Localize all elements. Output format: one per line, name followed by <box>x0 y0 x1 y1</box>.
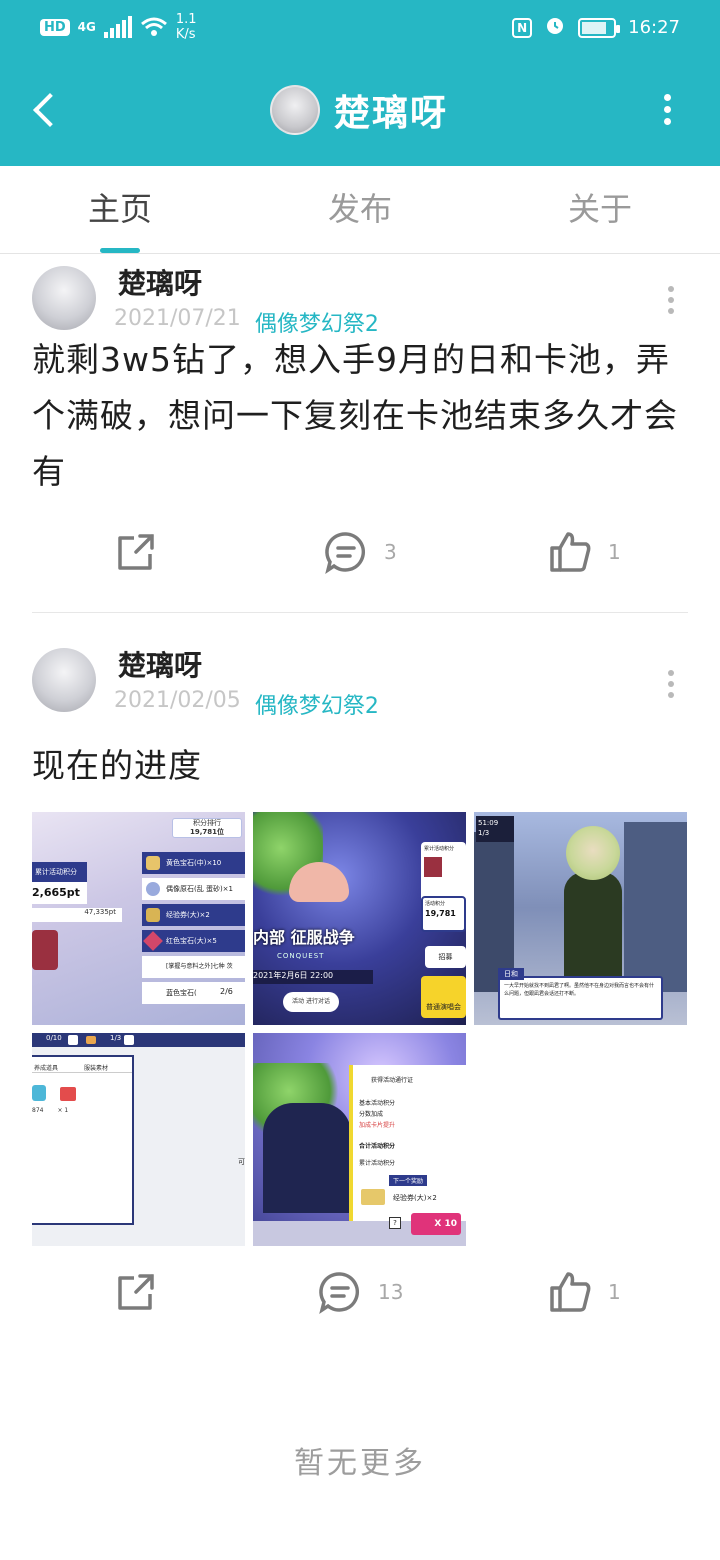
next-reward-label: 下一个奖励 <box>389 1175 428 1186</box>
summary-row: 基本活动积分 <box>359 1100 396 1107</box>
post-image[interactable]: 积分排行 19,781位 累计活动积分 2,665pt 47,335pt 黄色宝石… <box>32 812 245 1025</box>
tab-home[interactable]: 主页 <box>0 166 240 253</box>
tab-bar: 主页 发布 关于 <box>0 166 720 254</box>
summary-row: 累计活动积分 <box>359 1160 396 1167</box>
app-header: HD 4G 1.1 K/s N 16:27 楚璃呀 <box>0 0 720 166</box>
thumbs-up-icon <box>548 530 592 574</box>
battery-icon <box>578 17 621 38</box>
share-icon <box>114 1270 158 1314</box>
page-counter: 2/6 <box>220 987 233 996</box>
post-card[interactable]: 楚璃呀 2021/02/05 偶像梦幻祭2 现在的进度 积分排行 19,781位 … <box>0 640 720 1360</box>
rank-label: 积分排行 <box>193 819 221 827</box>
network-type: 4G <box>77 20 96 34</box>
points-label: 活动积分 <box>425 901 446 907</box>
speaker-name: 日和 <box>498 968 524 980</box>
wifi-icon <box>140 16 168 38</box>
post-menu-icon[interactable] <box>668 670 676 703</box>
nfc-icon: N <box>512 17 533 38</box>
hd-badge: HD <box>40 18 70 36</box>
comment-count: 3 <box>384 540 397 564</box>
post-tag[interactable]: 偶像梦幻祭2 <box>255 688 379 720</box>
post-card[interactable]: 楚璃呀 2021/07/21 偶像梦幻祭2 就剩3w5钻了，想入手9月的日和卡池… <box>0 254 720 614</box>
back-button[interactable] <box>28 88 68 132</box>
dialog-button: 活动 进行对话 <box>283 992 339 1012</box>
reward-name: 经验券(大)×2 <box>393 1194 437 1202</box>
summary-row: 获得活动通行证 <box>371 1077 414 1084</box>
summary-row: 分数加成 <box>359 1111 384 1118</box>
tab-costume: 服装素材 <box>84 1065 109 1072</box>
like-button[interactable]: 1 <box>548 1270 621 1314</box>
post-menu-icon[interactable] <box>668 286 676 319</box>
status-bar: HD 4G 1.1 K/s N 16:27 <box>0 0 720 54</box>
page-counter: 1/3 <box>478 829 490 837</box>
post-text: 就剩3w5钻了，想入手9月的日和卡池，弄个满破，想问一下复刻在卡池结束多久才会有 <box>32 340 678 491</box>
counter-b: 1/3 <box>110 1034 122 1042</box>
no-more-label: 暂无更多 <box>294 1446 426 1481</box>
points-label: 累计活动积分 <box>424 846 455 852</box>
counter-a: 0/10 <box>46 1034 62 1042</box>
user-avatar <box>270 85 320 135</box>
post-image[interactable]: 0/10 1/3 养成道具 服装素材 874 × 1 可 <box>32 1033 245 1246</box>
multiplier-badge: X 10 <box>411 1213 461 1235</box>
tab-posts[interactable]: 发布 <box>240 166 480 253</box>
more-options-icon[interactable] <box>664 94 672 125</box>
item-qty: 1 <box>64 1107 69 1114</box>
reward-item: [掌握与意料之外]七种 茨 <box>142 956 245 978</box>
signal-icon <box>103 16 132 38</box>
comment-icon <box>324 530 368 574</box>
summary-row: 加成卡片提升 <box>359 1122 396 1129</box>
rank-value: 19,781 <box>425 909 456 918</box>
event-subtitle: CONQUEST <box>277 952 325 960</box>
clock-time: 16:27 <box>628 17 680 38</box>
share-button[interactable] <box>114 1270 158 1314</box>
share-icon <box>114 530 158 574</box>
rank-value: 19,781位 <box>189 828 224 836</box>
like-count: 1 <box>608 540 621 564</box>
timer: 51:09 <box>478 819 499 827</box>
comment-button[interactable]: 3 <box>324 530 397 574</box>
thumbs-up-icon <box>548 1270 592 1314</box>
summary-row: 合计活动积分 <box>359 1143 396 1150</box>
post-text: 现在的进度 <box>32 746 202 785</box>
post-image[interactable]: 51:09 1/3 日和 一大早开始就找不到凪君了啊。虽然他不在身边对我而言也不会… <box>474 812 687 1025</box>
tab-items: 养成道具 <box>34 1065 59 1072</box>
author-name[interactable]: 楚璃呀 <box>118 644 202 684</box>
like-count: 1 <box>608 1280 621 1304</box>
page-title: 楚璃呀 <box>334 93 449 134</box>
recruit-button: 招募 <box>425 946 466 968</box>
like-button[interactable]: 1 <box>548 530 621 574</box>
points-sub: 47,335pt <box>32 908 122 922</box>
alarm-icon <box>544 14 566 41</box>
post-image[interactable]: 获得活动通行证 基本活动积分 分数加成 加成卡片提升 合计活动积分 累计活动积分… <box>253 1033 466 1246</box>
author-avatar[interactable] <box>32 266 96 330</box>
share-button[interactable] <box>114 530 158 574</box>
comment-count: 13 <box>378 1280 404 1304</box>
network-speed: 1.1 K/s <box>175 12 197 42</box>
comment-icon <box>318 1270 362 1314</box>
author-name[interactable]: 楚璃呀 <box>118 262 202 302</box>
event-date: 2021年2月6日 22:00 <box>253 970 373 984</box>
author-avatar[interactable] <box>32 648 96 712</box>
post-image[interactable]: 内部 征服战争 CONQUEST 2021年2月6日 22:00 活动 进行对话… <box>253 812 466 1025</box>
live-button: 普通演唱会 <box>421 976 466 1018</box>
post-date: 2021/02/05 <box>114 688 241 713</box>
event-title: 内部 征服战争 <box>253 928 355 947</box>
item-qty: 874 <box>32 1107 44 1114</box>
dialog-text: 一大早开始就找不到凪君了啊。虽然他不在身边对我而言也不会有什么问题，但跟凪君会话… <box>504 983 655 997</box>
tab-about[interactable]: 关于 <box>480 166 720 253</box>
points-total: 2,665pt <box>32 882 87 904</box>
post-divider <box>32 612 688 613</box>
comment-button[interactable]: 13 <box>318 1270 403 1314</box>
